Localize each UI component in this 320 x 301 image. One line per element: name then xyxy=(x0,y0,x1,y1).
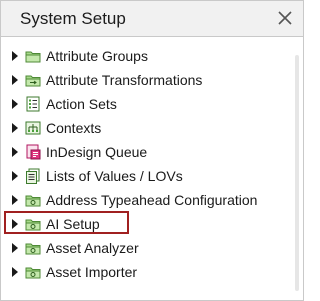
tree-item-asset-analyzer[interactable]: Asset Analyzer xyxy=(9,237,284,259)
tree-item-label: Contexts xyxy=(46,120,102,136)
tree-item-lists-of-values[interactable]: Lists of Values / LOVs xyxy=(9,165,284,187)
transform-folder-icon xyxy=(25,72,41,88)
tree-item-attribute-transformations[interactable]: Attribute Transformations xyxy=(9,69,284,91)
expand-arrow-icon[interactable] xyxy=(12,99,18,109)
expand-arrow-icon[interactable] xyxy=(12,75,18,85)
list-icon xyxy=(25,168,41,184)
setup-tree: Attribute Groups Attribute Transformatio… xyxy=(1,37,291,299)
dialog-header: System Setup xyxy=(1,1,303,37)
tree-item-label: Lists of Values / LOVs xyxy=(46,168,183,184)
tree-item-label: Attribute Groups xyxy=(46,48,148,64)
config-folder-icon xyxy=(25,264,41,280)
expand-arrow-icon[interactable] xyxy=(12,51,18,61)
expand-arrow-icon[interactable] xyxy=(12,219,18,229)
expand-arrow-icon[interactable] xyxy=(12,123,18,133)
tree-item-label: Action Sets xyxy=(46,96,117,112)
tree-item-label: InDesign Queue xyxy=(46,144,148,160)
tree-item-indesign-queue[interactable]: InDesign Queue xyxy=(9,141,284,163)
expand-arrow-icon[interactable] xyxy=(12,171,18,181)
tree-item-label: Asset Analyzer xyxy=(46,240,139,256)
tree-item-address-typeahead-configuration[interactable]: Address Typeahead Configuration xyxy=(9,189,284,211)
indesign-queue-icon xyxy=(25,144,41,160)
tree-item-attribute-groups[interactable]: Attribute Groups xyxy=(9,45,284,67)
tree-item-label: Attribute Transformations xyxy=(46,72,203,88)
tree-item-ai-setup[interactable]: AI Setup xyxy=(9,213,284,235)
config-folder-icon xyxy=(25,216,41,232)
folder-icon xyxy=(25,48,41,64)
action-list-icon xyxy=(25,96,41,112)
tree-item-label: Asset Importer xyxy=(46,264,138,280)
config-folder-icon xyxy=(25,192,41,208)
tree-item-label: AI Setup xyxy=(46,216,100,232)
tree-item-contexts[interactable]: Contexts xyxy=(9,117,284,139)
tree-item-action-sets[interactable]: Action Sets xyxy=(9,93,284,115)
expand-arrow-icon[interactable] xyxy=(12,243,18,253)
expand-arrow-icon[interactable] xyxy=(12,195,18,205)
dialog-title: System Setup xyxy=(20,9,126,28)
tree-item-asset-importer[interactable]: Asset Importer xyxy=(9,261,284,283)
config-folder-icon xyxy=(25,240,41,256)
expand-arrow-icon[interactable] xyxy=(12,147,18,157)
tree-item-label: Address Typeahead Configuration xyxy=(46,192,258,208)
close-icon[interactable] xyxy=(277,10,293,26)
tree-scrollbar[interactable] xyxy=(292,37,303,299)
expand-arrow-icon[interactable] xyxy=(12,267,18,277)
contexts-icon xyxy=(25,120,41,136)
scrollbar-thumb[interactable] xyxy=(295,55,299,291)
system-setup-dialog: System Setup Attribute Groups Attribute … xyxy=(0,0,304,301)
